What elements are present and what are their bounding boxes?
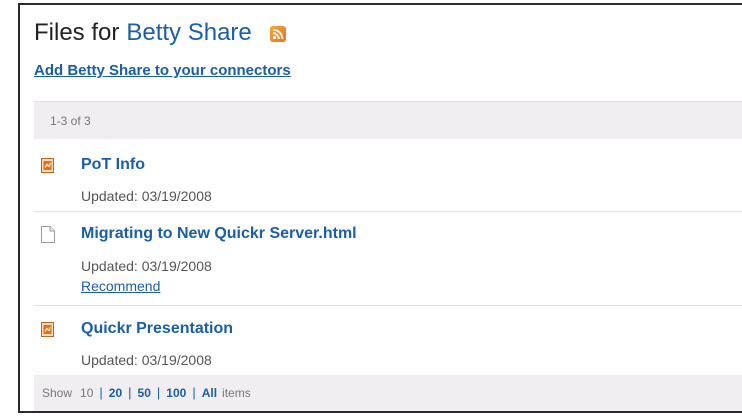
recommend-link[interactable]: Recommend: [81, 278, 160, 294]
pager-show-label: Show: [42, 386, 73, 400]
presentation-file-icon: [41, 322, 54, 342]
result-count-bar: 1-3 of 3: [34, 101, 742, 139]
file-name-link[interactable]: Migrating to New Quickr Server.html: [81, 225, 357, 243]
page-size-option-100[interactable]: 100: [166, 375, 186, 411]
files-panel: Files for Betty Share Add Betty Share to…: [18, 3, 742, 413]
file-updated-date: Updated: 03/19/2008: [81, 188, 212, 204]
page-size-pager: Show 10 | 20 | 50 | 100 | All items: [34, 375, 742, 411]
file-item: Migrating to New Quickr Server.html Upda…: [34, 212, 742, 306]
title-prefix: Files for: [34, 19, 120, 46]
page-size-current: 10: [80, 386, 94, 400]
page-title: Files for Betty Share: [34, 19, 286, 47]
file-name-link[interactable]: PoT Info: [81, 156, 145, 174]
presentation-file-icon: [41, 158, 54, 178]
page-size-option-50[interactable]: 50: [138, 375, 151, 411]
file-name-link[interactable]: Quickr Presentation: [81, 320, 233, 338]
file-updated-date: Updated: 03/19/2008: [81, 258, 212, 274]
file-item: PoT Info Updated: 03/19/2008: [34, 143, 742, 212]
file-item: Quickr Presentation Updated: 03/19/2008: [34, 306, 742, 372]
rss-feed-icon[interactable]: [269, 26, 286, 42]
page-size-option-all[interactable]: All: [202, 375, 217, 411]
document-file-icon: [41, 226, 55, 248]
file-updated-date: Updated: 03/19/2008: [81, 352, 212, 368]
add-to-connectors-link[interactable]: Add Betty Share to your connectors: [34, 62, 291, 79]
pager-items-label: items: [222, 386, 251, 400]
result-count: 1-3 of 3: [50, 114, 91, 128]
title-owner-name: Betty Share: [126, 19, 252, 46]
page-size-option-20[interactable]: 20: [109, 375, 122, 411]
file-list: PoT Info Updated: 03/19/2008 Migrating t…: [34, 143, 742, 372]
